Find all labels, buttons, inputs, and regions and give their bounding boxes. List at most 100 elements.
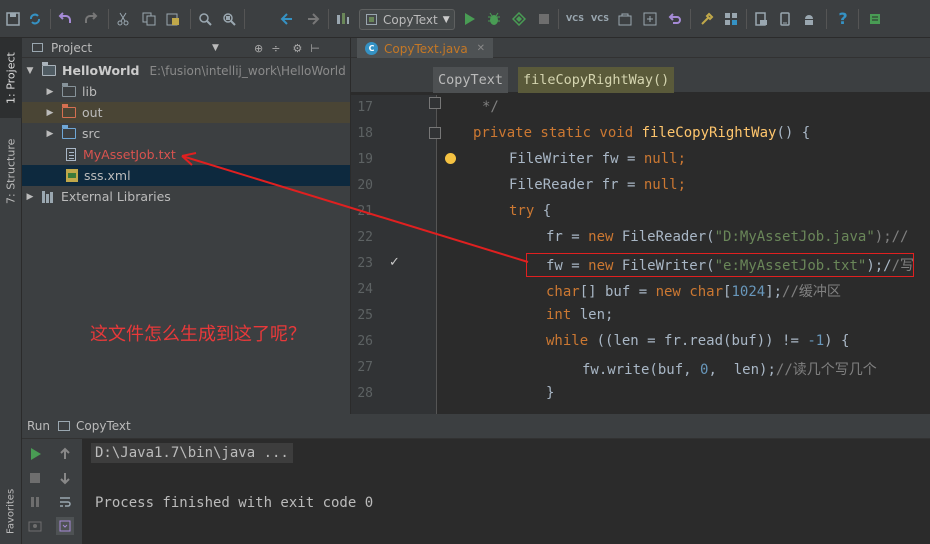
project-view-icon bbox=[32, 43, 43, 52]
toolbar-separator bbox=[328, 9, 329, 29]
debug-icon[interactable] bbox=[485, 10, 503, 28]
chevron-right-icon[interactable]: ▶ bbox=[24, 192, 36, 202]
android-monitor-icon[interactable] bbox=[800, 10, 818, 28]
tree-item-helloworld[interactable]: ▼ HelloWorld E:\fusion\intellij_work\Hel… bbox=[22, 60, 350, 81]
tree-item-label: HelloWorld bbox=[62, 63, 140, 78]
java-class-icon: C bbox=[365, 42, 378, 55]
revert-icon[interactable] bbox=[666, 10, 684, 28]
editor-tab-copytext[interactable]: C CopyText.java ✕ bbox=[357, 38, 494, 59]
module-folder-icon bbox=[41, 62, 56, 76]
code-line-26: while ((len = fr.read(buf)) != -1) { bbox=[546, 333, 850, 349]
line-number: 24 bbox=[357, 282, 373, 297]
vcs-update-icon[interactable]: VCS bbox=[566, 10, 584, 28]
make-project-icon[interactable] bbox=[334, 10, 352, 28]
line-number: 23 bbox=[357, 256, 373, 271]
run-panel-config[interactable]: CopyText bbox=[76, 419, 131, 433]
line-number: 28 bbox=[357, 386, 373, 401]
project-panel-title[interactable]: Project bbox=[51, 41, 92, 55]
replace-icon[interactable] bbox=[220, 10, 238, 28]
line-number: 20 bbox=[357, 178, 373, 193]
text-file-icon bbox=[66, 148, 76, 161]
java-config-icon bbox=[366, 14, 377, 25]
library-icon bbox=[42, 190, 55, 203]
code-line-24: char[] buf = new char[1024];//缓冲区 bbox=[546, 284, 841, 300]
scroll-from-source-icon[interactable]: ⊕ bbox=[254, 42, 263, 55]
redo-icon[interactable] bbox=[82, 10, 100, 28]
tree-item-sss-xml[interactable]: sss.xml bbox=[22, 165, 350, 186]
folder-icon bbox=[61, 83, 76, 97]
collapse-all-icon[interactable]: ÷ bbox=[271, 42, 280, 55]
breadcrumb-label: fileCopyRightWay() bbox=[523, 72, 670, 88]
vcs-commit-icon[interactable]: VCS bbox=[591, 10, 609, 28]
close-icon[interactable]: ✕ bbox=[477, 43, 485, 54]
toolbar-separator bbox=[190, 9, 191, 29]
soft-wrap-icon[interactable] bbox=[56, 493, 74, 511]
tree-item-myassetjob[interactable]: MyAssetJob.txt bbox=[22, 144, 350, 165]
editor-tabbar: C CopyText.java ✕ bbox=[351, 38, 930, 59]
excluded-folder-icon bbox=[61, 104, 76, 118]
run-icon[interactable] bbox=[460, 10, 478, 28]
code-line-25: int len; bbox=[546, 307, 614, 323]
annotation-question: 这文件怎么生成到这了呢？ bbox=[90, 324, 306, 345]
avd-manager-icon[interactable] bbox=[776, 10, 794, 28]
editor-area: C CopyText.java ✕ CopyText fileCopyRight… bbox=[350, 38, 930, 414]
stop-icon[interactable] bbox=[535, 10, 553, 28]
run-panel-title: Run bbox=[27, 419, 51, 433]
save-all-icon[interactable] bbox=[4, 10, 22, 28]
run-toolbar bbox=[22, 439, 82, 544]
favorites-tool-tab[interactable]: Favorites bbox=[0, 478, 22, 544]
main-toolbar: CopyText ▼ VCS VCS ? bbox=[0, 0, 930, 38]
settings-icon[interactable] bbox=[698, 10, 716, 28]
chevron-down-icon[interactable]: ▼ bbox=[212, 43, 219, 53]
structure-tool-tab-label: 7: Structure bbox=[4, 138, 18, 204]
hide-panel-icon[interactable]: ⊢ bbox=[310, 42, 320, 55]
forward-icon[interactable] bbox=[304, 10, 322, 28]
coverage-icon[interactable] bbox=[510, 10, 528, 28]
vcs-compare-icon[interactable] bbox=[616, 10, 634, 28]
breadcrumb-method[interactable]: fileCopyRightWay() bbox=[518, 67, 675, 93]
project-structure-icon[interactable] bbox=[722, 10, 740, 28]
run-configuration-select[interactable]: CopyText ▼ bbox=[359, 9, 455, 30]
up-arrow-icon[interactable] bbox=[56, 445, 74, 463]
tree-item-external-libraries[interactable]: ▶ External Libraries bbox=[22, 186, 350, 207]
help-icon[interactable]: ? bbox=[834, 10, 852, 28]
console-output[interactable]: D:\Java1.7\bin\java ... Process finished… bbox=[82, 439, 930, 544]
paste-icon[interactable] bbox=[164, 10, 182, 28]
project-tool-tab[interactable]: 1: Project bbox=[0, 38, 22, 118]
code-line-18: private static void fileCopyRightWay() { bbox=[473, 125, 811, 141]
module-path: E:\fusion\intellij_work\HelloWorld bbox=[149, 63, 346, 78]
tree-item-label: lib bbox=[82, 84, 97, 99]
breadcrumb-class[interactable]: CopyText bbox=[433, 67, 509, 93]
chevron-down-icon: ▼ bbox=[442, 14, 450, 25]
structure-tool-tab[interactable]: 7: Structure bbox=[0, 126, 22, 216]
down-arrow-icon[interactable] bbox=[56, 469, 74, 487]
vcs-update-label: VCS bbox=[566, 14, 584, 23]
source-folder-icon bbox=[61, 125, 76, 139]
rerun-icon[interactable] bbox=[26, 445, 44, 463]
plugin-icon[interactable] bbox=[866, 10, 884, 28]
scroll-to-end-icon[interactable] bbox=[56, 517, 74, 535]
tree-item-src[interactable]: ▶ src bbox=[22, 123, 350, 144]
gear-icon[interactable]: ⚙ bbox=[292, 42, 302, 55]
stop-icon[interactable] bbox=[26, 469, 44, 487]
back-icon[interactable] bbox=[278, 10, 296, 28]
find-icon[interactable] bbox=[196, 10, 214, 28]
dump-threads-icon[interactable] bbox=[26, 517, 44, 535]
code-line-19: FileWriter fw = null; bbox=[509, 151, 687, 167]
chevron-right-icon[interactable]: ▶ bbox=[44, 129, 56, 139]
undo-icon[interactable] bbox=[56, 10, 74, 28]
show-history-icon[interactable] bbox=[641, 10, 659, 28]
tree-item-out[interactable]: ▶ out bbox=[22, 102, 350, 123]
copy-icon[interactable] bbox=[140, 10, 158, 28]
cut-icon[interactable] bbox=[114, 10, 132, 28]
chevron-right-icon[interactable]: ▶ bbox=[44, 108, 56, 118]
synchronize-icon[interactable] bbox=[26, 10, 44, 28]
code-line-27: fw.write(buf, 0, len);//读几个写几个 bbox=[582, 362, 877, 378]
sdk-manager-icon[interactable] bbox=[752, 10, 770, 28]
breadcrumb-label: CopyText bbox=[438, 72, 504, 88]
tree-item-lib[interactable]: ▶ lib bbox=[22, 81, 350, 102]
chevron-right-icon[interactable]: ▶ bbox=[44, 87, 56, 97]
chevron-down-icon[interactable]: ▼ bbox=[24, 66, 36, 76]
run-configuration-label: CopyText bbox=[383, 12, 438, 27]
pause-icon[interactable] bbox=[26, 493, 44, 511]
